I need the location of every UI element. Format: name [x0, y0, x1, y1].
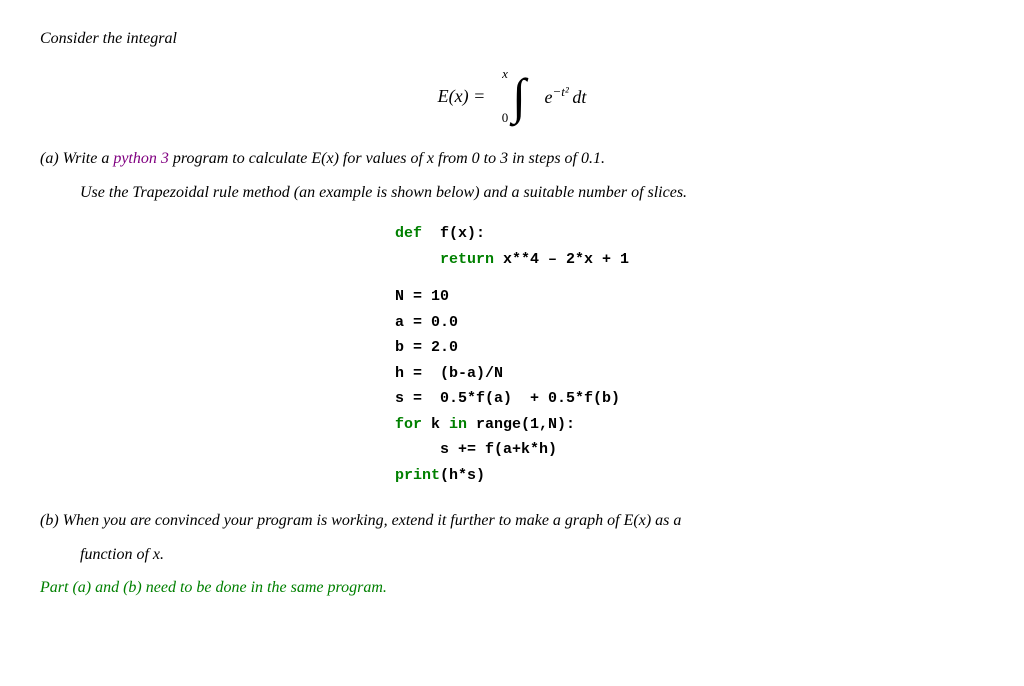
code-line-6: h = (b-a)/N	[395, 361, 629, 387]
part-b: (b) When you are convinced your program …	[40, 508, 984, 567]
green-note: Part (a) and (b) need to be done in the …	[40, 579, 984, 597]
part-a-mid: program to calculate	[169, 150, 312, 167]
part-a-mid3: from 0 to 3 in steps of 0.1.	[434, 150, 605, 167]
part-a-text: (a) Write a python 3 program to calculat…	[40, 146, 984, 172]
code-line-10: print(h*s)	[395, 463, 629, 489]
page-content: Consider the integral E(x) = x 0 ∫ e−t² …	[40, 30, 984, 597]
part-a-mid2: for values of	[339, 150, 427, 167]
code-line-9: s += f(a+k*h)	[395, 437, 629, 463]
intro-text: Consider the integral	[40, 30, 984, 48]
part-b-text: (b) When you are convinced your program …	[40, 508, 984, 534]
ex-var: E	[311, 150, 321, 167]
code-line-8: for k in range(1,N):	[395, 412, 629, 438]
part-b-line2: function of x.	[80, 542, 984, 568]
code-blank	[395, 272, 629, 284]
upper-limit: x 0	[502, 66, 509, 126]
part-b-end: as a	[651, 512, 681, 529]
part-b-prefix: (b) When you are convinced your program …	[40, 512, 624, 529]
python-keyword: python 3	[113, 150, 169, 167]
integral-symbol: ∫	[512, 75, 526, 118]
integral-equation: E(x) = x 0 ∫ e−t² dt	[40, 66, 984, 126]
code-line-5: b = 2.0	[395, 335, 629, 361]
code-line-1: def f(x):	[395, 221, 629, 247]
part-b-ex: E	[624, 512, 634, 529]
integrand: e−t² dt	[544, 84, 586, 108]
code-line-7: s = 0.5*f(a) + 0.5*f(b)	[395, 386, 629, 412]
eq-lhs: E(x) =	[438, 86, 486, 107]
sub-text: Use the Trapezoidal rule method (an exam…	[80, 180, 984, 206]
code-line-3: N = 10	[395, 284, 629, 310]
code-block: def f(x): return x**4 – 2*x + 1 N = 10 a…	[395, 221, 629, 488]
part-a-prefix: (a) Write a	[40, 150, 113, 167]
code-line-4: a = 0.0	[395, 310, 629, 336]
code-line-2: return x**4 – 2*x + 1	[395, 247, 629, 273]
intro-label: Consider the integral	[40, 30, 177, 47]
